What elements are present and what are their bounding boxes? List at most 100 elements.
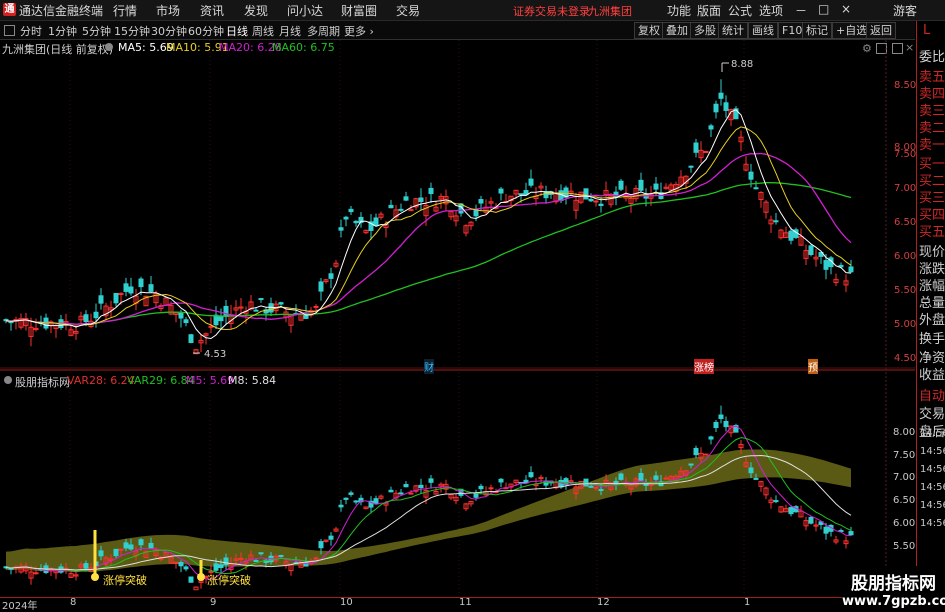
sub-candle-body (593, 486, 599, 489)
sub-candle-body (403, 484, 409, 488)
x-label-nov: 11 (459, 597, 472, 608)
watermark: 股朋指标网 www.7gpzb.com (842, 566, 945, 609)
sub-candle-body (238, 557, 244, 560)
main-candle-body (618, 180, 624, 190)
sub-indicator-band (6, 449, 851, 573)
sub-candle-body (318, 541, 324, 549)
sub-candle-body (638, 472, 644, 481)
sub-candle-body (138, 539, 144, 546)
x-label-oct: 10 (340, 597, 353, 608)
main-candle-body (428, 187, 434, 195)
x-axis (0, 597, 915, 610)
main-candle-body (518, 193, 524, 196)
sub-candle-body (418, 484, 424, 489)
main-candle-body (353, 220, 359, 224)
sub-candle-body (83, 563, 89, 569)
main-candle-body (418, 197, 424, 202)
x-label-year: 2024年 (2, 601, 38, 612)
sub-candle-body (588, 485, 594, 488)
sub-candle-body (193, 586, 199, 591)
sub-candle-body (338, 504, 344, 508)
sub-candle-body (753, 477, 759, 480)
main-candle-body (638, 179, 644, 191)
main-candle-body (223, 305, 229, 317)
sub-candle-body (693, 447, 699, 456)
chart-canvas[interactable] (0, 0, 945, 609)
main-candle-body (478, 199, 484, 204)
signal-coin-icon (91, 573, 99, 581)
sub-candle-body (488, 487, 494, 490)
sub-candle-body (223, 557, 229, 566)
main-candle-body (403, 196, 409, 201)
sub-candle-body (723, 420, 729, 428)
sub-candle-body (688, 463, 694, 466)
main-candle-body (343, 216, 349, 220)
ma20-line (5, 152, 852, 325)
x-label-jan: 1 (744, 597, 751, 608)
main-candle-body (498, 188, 504, 194)
main-candle-body (708, 125, 714, 130)
sub-candle-body (498, 478, 504, 483)
sub-candle-body (118, 548, 124, 551)
main-candle-body (703, 150, 709, 153)
sub-candle-body (848, 531, 854, 536)
main-candle-body (838, 264, 844, 268)
main-candle-body (583, 188, 589, 200)
sub-candle-body (178, 562, 184, 567)
main-candle-body (588, 198, 594, 202)
main-candle-body (723, 102, 729, 111)
high-price-label: 8.88 (731, 59, 754, 70)
sub-candle-body (213, 563, 219, 571)
chart-grid (0, 40, 915, 596)
ma10-line (5, 126, 852, 331)
main-ma-lines (5, 109, 852, 340)
signal-coin-icon (197, 573, 205, 581)
main-candle-body (693, 142, 699, 153)
main-candle-body (258, 298, 264, 301)
main-candle-body (808, 245, 814, 255)
high-pointer (721, 62, 729, 72)
ma60-line (5, 182, 852, 325)
main-candle-body (788, 230, 794, 241)
sub-candle-body (353, 500, 359, 503)
main-candle-body (318, 281, 324, 292)
sub-candle-body (348, 492, 354, 495)
sub-candle-body (128, 544, 134, 550)
main-candle-body (388, 204, 394, 209)
sub-candle-body (33, 572, 39, 575)
marker-limit-up[interactable]: 涨榜 (694, 359, 714, 374)
sub-candle-body (188, 576, 194, 583)
main-candle-body (123, 283, 129, 292)
main-candle-body (823, 260, 829, 270)
sub-candle-body (718, 414, 724, 419)
sub-candle-body (598, 488, 604, 491)
main-candle-body (138, 278, 144, 288)
main-candle-body (253, 309, 259, 312)
main-candle-body (178, 312, 184, 319)
signal-limit-breakout-1: 涨停突破 (103, 574, 147, 587)
main-candle-body (313, 305, 319, 308)
main-candle-body (593, 200, 599, 203)
sub-candle-body (258, 552, 264, 555)
sub-candle-body (398, 492, 404, 495)
sub-candle-body (123, 542, 129, 549)
main-candle-body (93, 311, 99, 319)
main-candle-body (213, 314, 219, 326)
sub-candle-body (528, 472, 534, 478)
sub-candle-body (748, 467, 754, 474)
main-candle-body (218, 316, 224, 322)
sub-candle-body (148, 542, 154, 549)
main-candle-body (543, 191, 549, 199)
marker-forecast[interactable]: 预 (808, 359, 818, 374)
x-label-dec: 12 (597, 597, 610, 608)
main-candle-body (713, 103, 719, 113)
watermark-title: 股朋指标网 (851, 574, 936, 594)
sub-candle-body (98, 550, 104, 557)
main-candle-body (398, 208, 404, 211)
main-candle-body (848, 266, 854, 273)
x-label-sep: 9 (210, 597, 217, 608)
marker-finance[interactable]: 财 (424, 359, 434, 374)
sub-candle-body (113, 548, 119, 557)
sub-indicator-lines (5, 425, 852, 581)
sub-candle-body (183, 566, 189, 570)
